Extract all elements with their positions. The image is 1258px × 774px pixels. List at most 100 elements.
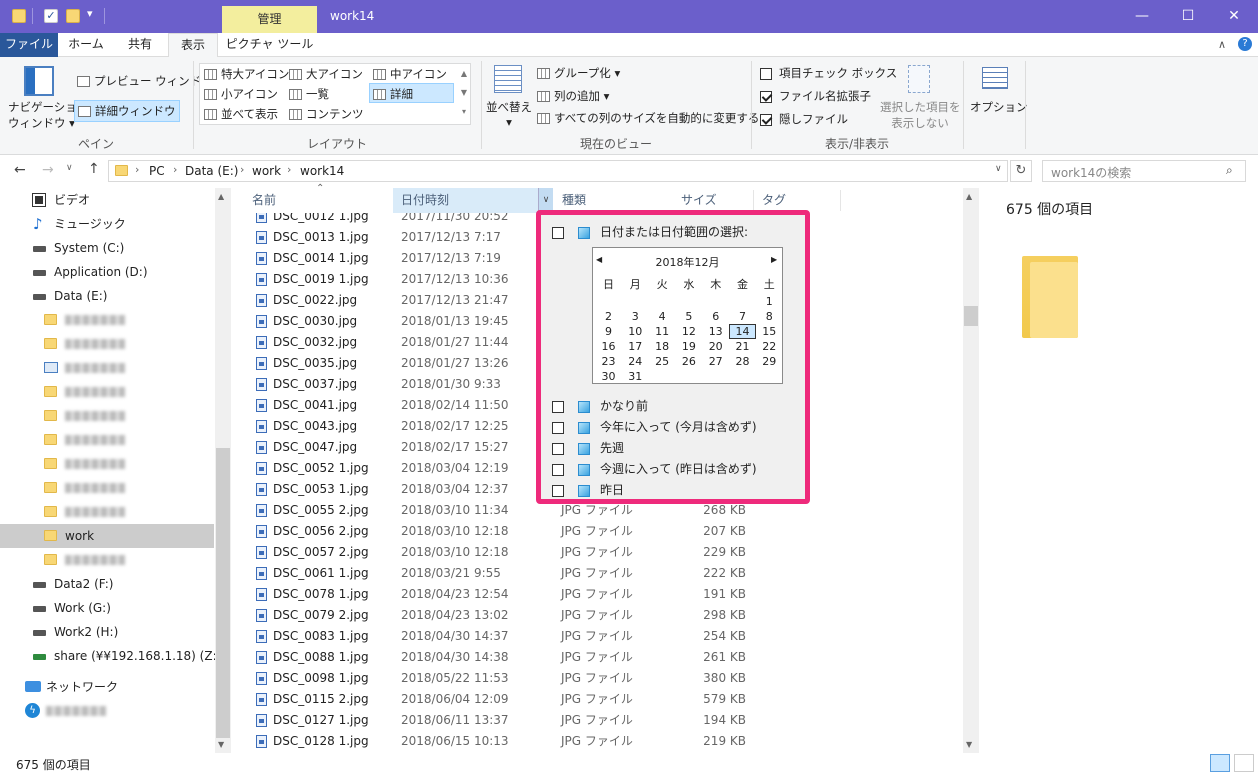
nav-item[interactable]: Work (G:) bbox=[0, 596, 214, 620]
hide-selected-button[interactable]: 選択した項目を 表示しない bbox=[880, 99, 961, 131]
item-checkboxes-toggle[interactable]: 項目チェック ボックス bbox=[760, 65, 897, 81]
search-icon[interactable]: ⌕ bbox=[1226, 163, 1233, 178]
address-dropdown-icon[interactable]: ∨ bbox=[995, 164, 1002, 174]
date-range-option[interactable]: かなり前 bbox=[552, 397, 648, 415]
gallery-more-icon[interactable]: ▾ bbox=[458, 102, 470, 121]
breadcrumb-pc[interactable]: PC bbox=[149, 164, 165, 178]
layout-medium-icons[interactable]: 中アイコン bbox=[373, 66, 447, 82]
item-checkboxes-checkbox[interactable] bbox=[760, 67, 772, 80]
nav-item[interactable]: Data2 (F:) bbox=[0, 572, 214, 596]
file-row[interactable]: DSC_0079 2.jpg 2018/04/23 13:02 JPG ファイル 29… bbox=[250, 605, 770, 626]
help-icon[interactable]: ? bbox=[1238, 37, 1252, 51]
date-range-checkbox[interactable] bbox=[552, 400, 564, 413]
date-range-option[interactable]: 今年に入って (今月は含めず) bbox=[552, 418, 757, 436]
tab-share[interactable]: 共有 bbox=[114, 33, 166, 57]
close-button[interactable]: ✕ bbox=[1211, 0, 1257, 33]
group-by-button[interactable]: グループ化 ▾ bbox=[537, 65, 620, 81]
add-columns-button[interactable]: 列の追加 ▾ bbox=[537, 88, 609, 104]
file-row[interactable]: DSC_0098 1.jpg 2018/05/22 11:53 JPG ファイル 38… bbox=[250, 668, 770, 689]
hidden-items-checkbox[interactable] bbox=[760, 113, 772, 126]
file-extensions-checkbox[interactable] bbox=[760, 90, 772, 103]
nav-item[interactable] bbox=[0, 380, 214, 404]
breadcrumb-chevron-icon[interactable]: › bbox=[135, 163, 139, 176]
nav-scrollbar[interactable]: ▲ ▼ bbox=[215, 188, 231, 753]
nav-item[interactable] bbox=[0, 500, 214, 524]
nav-scroll-thumb[interactable] bbox=[216, 448, 230, 738]
refresh-icon[interactable]: ↻ bbox=[1010, 160, 1032, 182]
nav-item[interactable] bbox=[0, 308, 214, 332]
breadcrumb-work[interactable]: work bbox=[252, 164, 281, 178]
file-row[interactable]: DSC_0083 1.jpg 2018/04/30 14:37 JPG ファイル 25… bbox=[250, 626, 770, 647]
tab-file[interactable]: ファイル bbox=[0, 33, 58, 57]
nav-item[interactable] bbox=[0, 452, 214, 476]
nav-item[interactable] bbox=[0, 332, 214, 356]
nav-item[interactable] bbox=[0, 428, 214, 452]
layout-gallery-scroll[interactable]: ▲ ▼ ▾ bbox=[458, 64, 470, 121]
layout-extra-large-icons[interactable]: 特大アイコン bbox=[204, 66, 289, 82]
maximize-button[interactable]: ☐ bbox=[1165, 0, 1211, 33]
nav-item[interactable]: ♪ ミュージック bbox=[0, 212, 214, 236]
address-field[interactable]: › PC › Data (E:) › work › work14 ∨ bbox=[108, 160, 1008, 182]
nav-item[interactable] bbox=[0, 356, 214, 380]
file-list-scrollbar[interactable]: ▲ ▼ bbox=[963, 188, 979, 753]
scroll-down-icon[interactable]: ▼ bbox=[966, 740, 972, 749]
breadcrumb-chevron-icon[interactable]: › bbox=[173, 163, 177, 176]
nav-item[interactable]: System (C:) bbox=[0, 236, 214, 260]
tab-home[interactable]: ホーム bbox=[60, 33, 112, 57]
date-range-checkbox[interactable] bbox=[552, 484, 564, 497]
navigation-pane-button[interactable]: ナビゲーション ウィンドウ ▾ bbox=[8, 99, 88, 131]
file-row[interactable]: DSC_0088 1.jpg 2018/04/30 14:38 JPG ファイル 26… bbox=[250, 647, 770, 668]
tab-picture-tools[interactable]: ピクチャ ツール bbox=[222, 33, 317, 57]
nav-item[interactable] bbox=[0, 548, 214, 572]
back-icon[interactable]: ← bbox=[14, 162, 26, 178]
breadcrumb-chevron-icon[interactable]: › bbox=[240, 163, 244, 176]
nav-item[interactable]: ϟ bbox=[0, 699, 214, 723]
scroll-up-icon[interactable]: ▲ bbox=[218, 192, 224, 201]
breadcrumb-work14[interactable]: work14 bbox=[300, 164, 344, 178]
recent-locations-icon[interactable]: ∨ bbox=[66, 163, 73, 173]
layout-content[interactable]: コンテンツ bbox=[289, 106, 364, 122]
scroll-down-icon[interactable]: ▼ bbox=[218, 740, 224, 749]
date-range-option[interactable]: 昨日 bbox=[552, 481, 624, 499]
forward-icon[interactable]: → bbox=[42, 162, 54, 178]
options-button[interactable]: オプション bbox=[970, 99, 1028, 115]
details-pane-button[interactable]: 詳細ウィンドウ bbox=[74, 100, 180, 122]
breadcrumb-chevron-icon[interactable]: › bbox=[287, 163, 291, 176]
date-range-option[interactable]: 今週に入って (昨日は含めず) bbox=[552, 460, 757, 478]
sort-by-button[interactable]: 並べ替え ▾ bbox=[486, 99, 532, 129]
scroll-up-icon[interactable]: ▲ bbox=[966, 192, 972, 201]
file-row[interactable]: DSC_0061 1.jpg 2018/03/21 9:55 JPG ファイル 222… bbox=[250, 563, 770, 584]
nav-item[interactable] bbox=[0, 404, 214, 428]
file-row[interactable]: DSC_0056 2.jpg 2018/03/10 12:18 JPG ファイル 20… bbox=[250, 521, 770, 542]
hidden-items-toggle[interactable]: 隠しファイル bbox=[760, 111, 848, 127]
nav-item[interactable]: Work2 (H:) bbox=[0, 620, 214, 644]
file-row[interactable]: DSC_0127 1.jpg 2018/06/11 13:37 JPG ファイル 19… bbox=[250, 710, 770, 731]
nav-item[interactable]: share (¥¥192.168.1.18) (Z:) bbox=[0, 644, 221, 668]
file-row[interactable]: DSC_0115 2.jpg 2018/06/04 12:09 JPG ファイル 57… bbox=[250, 689, 770, 710]
date-range-option[interactable]: 先週 bbox=[552, 439, 624, 457]
manage-context-tab[interactable]: 管理 bbox=[222, 6, 317, 34]
scroll-up-icon[interactable]: ▲ bbox=[458, 64, 470, 83]
file-row[interactable]: DSC_0057 2.jpg 2018/03/10 12:18 JPG ファイル 22… bbox=[250, 542, 770, 563]
nav-item[interactable]: ネットワーク bbox=[0, 675, 214, 699]
up-icon[interactable]: ↑ bbox=[88, 161, 100, 177]
tab-view[interactable]: 表示 bbox=[168, 33, 218, 58]
scroll-down-icon[interactable]: ▼ bbox=[458, 83, 470, 102]
column-header-date[interactable]: 日付時刻 bbox=[393, 188, 553, 213]
minimize-button[interactable]: — bbox=[1119, 0, 1165, 33]
search-input[interactable]: work14の検索 bbox=[1042, 160, 1246, 182]
file-row[interactable]: DSC_0078 1.jpg 2018/04/23 12:54 JPG ファイル 19… bbox=[250, 584, 770, 605]
nav-item[interactable]: ビデオ bbox=[0, 188, 214, 212]
nav-item[interactable] bbox=[0, 476, 214, 500]
autosize-columns-button[interactable]: すべての列のサイズを自動的に変更する bbox=[537, 110, 759, 126]
nav-item[interactable]: Data (E:) bbox=[0, 284, 214, 308]
layout-list[interactable]: 一覧 bbox=[289, 86, 329, 102]
quick-access-dropdown-icon[interactable]: ▾ bbox=[87, 7, 93, 20]
layout-small-icons[interactable]: 小アイコン bbox=[204, 86, 278, 102]
layout-large-icons[interactable]: 大アイコン bbox=[289, 66, 363, 82]
collapse-ribbon-icon[interactable]: ∧ bbox=[1218, 38, 1226, 51]
breadcrumb-data-e[interactable]: Data (E:) bbox=[185, 164, 238, 178]
nav-item[interactable]: Application (D:) bbox=[0, 260, 214, 284]
file-list-scroll-thumb[interactable] bbox=[964, 306, 978, 326]
date-range-checkbox[interactable] bbox=[552, 421, 564, 434]
